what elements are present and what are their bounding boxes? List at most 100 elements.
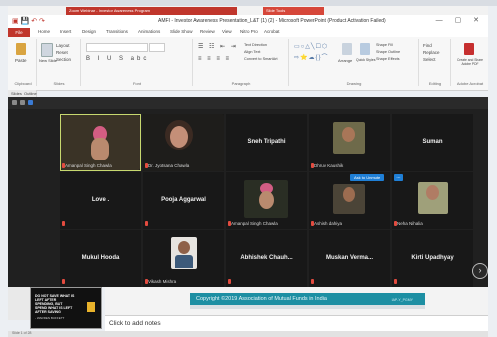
participant-name: Neha Nihalia (397, 221, 423, 226)
participant-shirt (175, 255, 193, 268)
participant-tile[interactable]: Suman (392, 114, 473, 171)
tab-insert[interactable]: Insert (60, 29, 71, 34)
gallery-view-icon[interactable] (20, 100, 25, 105)
tab-animations[interactable]: Animations (138, 29, 160, 34)
reset-button[interactable]: Reset (56, 50, 68, 55)
paste-label[interactable]: Paste (15, 58, 27, 63)
tab-slide-show[interactable]: Slide Show (170, 29, 193, 34)
slide-thumbnail[interactable]: DO NOT SAVE WHAT IS LEFT AFTER SPENDING,… (30, 287, 102, 329)
arrange-label[interactable]: Arrange (338, 58, 352, 63)
shape-outline-button[interactable]: Shape Outline (376, 50, 400, 54)
participant-tile[interactable]: Love . (60, 172, 141, 229)
participant-tile[interactable]: Sneh Tripathi (226, 114, 307, 171)
tab-nitro-pro[interactable]: Nitro Pro (240, 29, 258, 34)
mic-muted-icon (62, 221, 65, 226)
participant-name: Ashish dahiya (314, 221, 343, 226)
arrange-icon[interactable] (342, 43, 352, 55)
slide-footer-shadow (190, 305, 425, 309)
tab-home[interactable]: Home (38, 29, 50, 34)
tab-acrobat[interactable]: Acrobat (264, 29, 280, 34)
notes-pane[interactable]: Click to add notes (105, 315, 488, 332)
align-text-button[interactable]: Align Text (244, 50, 260, 54)
convert-smartart-button[interactable]: Convert to SmartArt (244, 57, 278, 61)
participant-name: Mukul Hooda (81, 255, 120, 261)
shapes-gallery-row2[interactable]: ⇨⭐☁{}⌒ (294, 52, 329, 61)
powerpoint-titlebar: ▣ 💾 ↶ ↷ AMFI - Investor Awareness Presen… (8, 15, 488, 29)
participant-name: Suman (422, 139, 443, 145)
participant-face (342, 127, 355, 142)
participant-tile[interactable]: Abhishek Chauh... (226, 230, 307, 287)
group-editing-label: Editing (428, 81, 442, 86)
font-name-box[interactable] (86, 43, 148, 52)
minimize-icon[interactable] (12, 100, 17, 105)
slide-counter: Slide 1 of 28 (12, 331, 32, 335)
thumb-quote: DO NOT SAVE WHAT IS LEFT AFTER SPENDING,… (35, 294, 75, 314)
font-format-buttons[interactable]: B I U S abc (86, 56, 149, 62)
notes-placeholder: Click to add notes (109, 320, 161, 327)
participant-tile[interactable]: Amanpal Singh Chawla (60, 114, 141, 171)
participant-name: Pooja Aggarwal (161, 197, 206, 203)
ask-to-unmute-button[interactable]: Ask to Unmute (350, 174, 385, 181)
section-button[interactable]: Section (56, 57, 71, 62)
slide-code: IAP-Y_PGMY (391, 298, 413, 302)
font-size-box[interactable] (149, 43, 165, 52)
slides-tab[interactable]: Slides (11, 91, 22, 96)
participant-name: Muskan Verma... (325, 255, 374, 261)
tab-review[interactable]: Review (200, 29, 215, 34)
participant-name: Amanpal Singh Chawla (65, 163, 112, 168)
browser-tab-tools[interactable]: Slide Tools (263, 7, 324, 15)
participant-tile[interactable]: Dhruv Kaushik (309, 114, 390, 171)
participant-tile[interactable]: Dr. Jyotsana Chawla (143, 114, 224, 171)
new-slide-label[interactable]: New Slide (39, 58, 57, 63)
adobe-pdf-icon[interactable] (464, 43, 474, 55)
participant-tile[interactable]: Kirti Upadhyay (392, 230, 473, 287)
participant-face (170, 126, 188, 148)
replace-button[interactable]: Replace (423, 50, 440, 55)
window-controls[interactable]: — ▢ ✕ (436, 16, 484, 24)
text-direction-button[interactable]: Text Direction (244, 43, 267, 47)
layout-button[interactable]: Layout (56, 43, 70, 48)
find-button[interactable]: Find (423, 43, 432, 48)
participant-tile[interactable]: Muskan Verma... (309, 230, 390, 287)
mic-muted-icon (311, 279, 314, 284)
shape-fill-button[interactable]: Shape Fill (376, 43, 393, 47)
group-drawing: ▭○△╲☐⬡ ⇨⭐☁{}⌒ Arrange Quick Styles Shape… (290, 39, 419, 86)
participant-tile[interactable]: Vikash Mishra (143, 230, 224, 287)
participant-name: Kirti Upadhyay (411, 255, 454, 261)
new-slide-icon[interactable] (41, 43, 53, 57)
tab-design[interactable]: Design (82, 29, 96, 34)
shapes-gallery[interactable]: ▭○△╲☐⬡ (294, 43, 328, 50)
participant-tile[interactable]: Pooja Aggarwal (143, 172, 224, 229)
tab-transitions[interactable]: Transitions (106, 29, 128, 34)
participant-name: Sneh Tripathi (247, 139, 286, 145)
participant-tile[interactable]: Amanpal Singh Chawla (226, 172, 307, 229)
list-buttons[interactable]: ☰ ☷ ⇤ ⇥ (198, 43, 238, 50)
outline-tab[interactable]: Outline (24, 91, 37, 96)
layout-icon[interactable] (28, 100, 33, 105)
group-font: B I U S abc Font (82, 39, 193, 86)
browser-tab-webinar[interactable]: Zoom Webinar - Investor Awareness Progra… (66, 7, 237, 15)
participant-face (343, 187, 355, 202)
participant-tile[interactable]: Mukul Hooda (60, 230, 141, 287)
browser-tab-strip: Zoom Webinar - Investor Awareness Progra… (8, 6, 488, 15)
shape-effects-button[interactable]: Shape Effects (376, 57, 400, 61)
slide-footer: Copyright ©2019 Association of Mutual Fu… (190, 293, 425, 305)
tab-view[interactable]: View (222, 29, 232, 34)
create-share-pdf-label[interactable]: Create and Share Adobe PDF (453, 58, 487, 66)
next-page-button[interactable]: › (472, 263, 488, 279)
select-button[interactable]: Select (423, 57, 436, 62)
participant-name: Vikash Mishra (148, 279, 177, 284)
group-clipboard-label: Clipboard (14, 81, 32, 86)
tab-file[interactable]: File (8, 28, 30, 37)
paste-icon[interactable] (16, 43, 26, 55)
quick-styles-label[interactable]: Quick Styles (356, 58, 375, 62)
mic-muted-icon (145, 221, 148, 226)
participant-face (178, 241, 190, 254)
participant-tile[interactable]: Neha Nihalia (392, 172, 473, 229)
group-editing: Find Replace Select Editing (420, 39, 451, 86)
more-options-button[interactable]: ... (394, 174, 403, 181)
align-buttons[interactable]: ≡ ≡ ≡ ≡ (198, 56, 231, 62)
quick-styles-icon[interactable] (360, 43, 370, 55)
status-bar: Slide 1 of 28 (8, 331, 488, 337)
copyright-text: Copyright ©2019 Association of Mutual Fu… (196, 296, 327, 302)
